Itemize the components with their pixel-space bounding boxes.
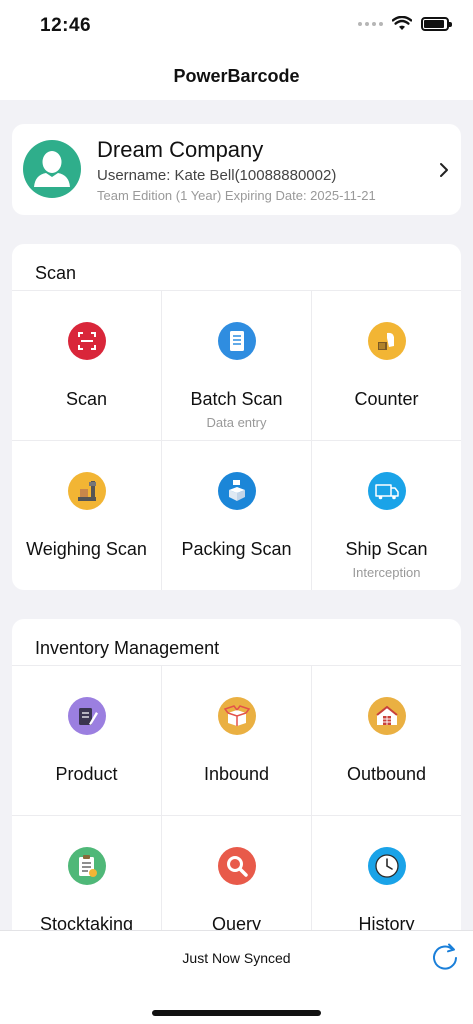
section-title-inventory: Inventory Management <box>35 638 220 658</box>
company-name: Dream Company <box>97 137 264 162</box>
refresh-icon[interactable] <box>428 941 462 975</box>
clipboard-icon <box>67 847 106 885</box>
truck-icon <box>367 472 406 510</box>
inventory-section: Inventory Management Product Inbound Out… <box>12 619 461 979</box>
outbound-label: Outbound <box>346 764 427 784</box>
status-time: 12:46 <box>40 15 92 36</box>
ship-scan-tile[interactable]: Ship Scan Interception <box>312 441 461 590</box>
open-box-icon <box>217 697 256 735</box>
document-icon <box>217 322 256 360</box>
inventory-grid: Product Inbound Outbound Stocktaking Que… <box>12 665 461 966</box>
outbound-tile[interactable]: Outbound <box>312 666 461 816</box>
batch-scan-subtitle: Data entry <box>206 415 267 430</box>
magnifier-icon <box>217 847 256 885</box>
username-text: Username: Kate Bell(10088880002) <box>97 167 337 184</box>
batch-scan-tile[interactable]: Batch Scan Data entry <box>162 291 312 441</box>
scale-icon <box>67 472 106 510</box>
inbound-tile[interactable]: Inbound <box>162 666 312 816</box>
scan-label: Scan <box>65 389 108 409</box>
status-icons <box>358 16 452 31</box>
box-icon <box>217 472 256 510</box>
status-bar: 12:46 <box>0 0 473 52</box>
page-title: PowerBarcode <box>173 66 300 86</box>
user-icon <box>34 151 70 187</box>
counter-tile[interactable]: Counter <box>312 291 461 441</box>
edition-text: Team Edition (1 Year) Expiring Date: 202… <box>97 188 376 203</box>
ship-scan-label: Ship Scan <box>345 539 428 559</box>
wifi-icon <box>392 16 412 30</box>
inbound-label: Inbound <box>203 764 270 784</box>
battery-icon <box>421 16 452 31</box>
sync-status: Just Now Synced <box>182 950 291 966</box>
product-tile[interactable]: Product <box>12 666 162 816</box>
scan-icon <box>67 322 106 360</box>
product-icon <box>67 697 106 735</box>
clock-icon <box>367 847 406 885</box>
bottom-bar: Just Now Synced <box>0 930 473 1024</box>
scan-grid: Scan Batch Scan Data entry Counter Weigh… <box>12 290 461 590</box>
batch-scan-label: Batch Scan <box>190 389 283 409</box>
warehouse-icon <box>367 697 406 735</box>
profile-card[interactable]: Dream Company Username: Kate Bell(100888… <box>12 124 461 215</box>
product-label: Product <box>55 764 118 784</box>
counter-icon <box>367 322 406 360</box>
scan-tile[interactable]: Scan <box>12 291 162 441</box>
weighing-scan-tile[interactable]: Weighing Scan <box>12 441 162 590</box>
section-title-scan: Scan <box>35 263 77 283</box>
avatar <box>23 140 81 198</box>
nav-bar: PowerBarcode <box>0 52 473 100</box>
counter-label: Counter <box>354 389 419 409</box>
chevron-right-icon <box>440 163 448 177</box>
ship-scan-subtitle: Interception <box>352 565 421 580</box>
packing-scan-label: Packing Scan <box>181 539 292 559</box>
weighing-scan-label: Weighing Scan <box>26 539 147 559</box>
signal-icon <box>358 21 383 26</box>
packing-scan-tile[interactable]: Packing Scan <box>162 441 312 590</box>
home-indicator <box>152 1010 321 1016</box>
scan-section: Scan Scan Batch Scan Data entry Counter … <box>12 244 461 590</box>
